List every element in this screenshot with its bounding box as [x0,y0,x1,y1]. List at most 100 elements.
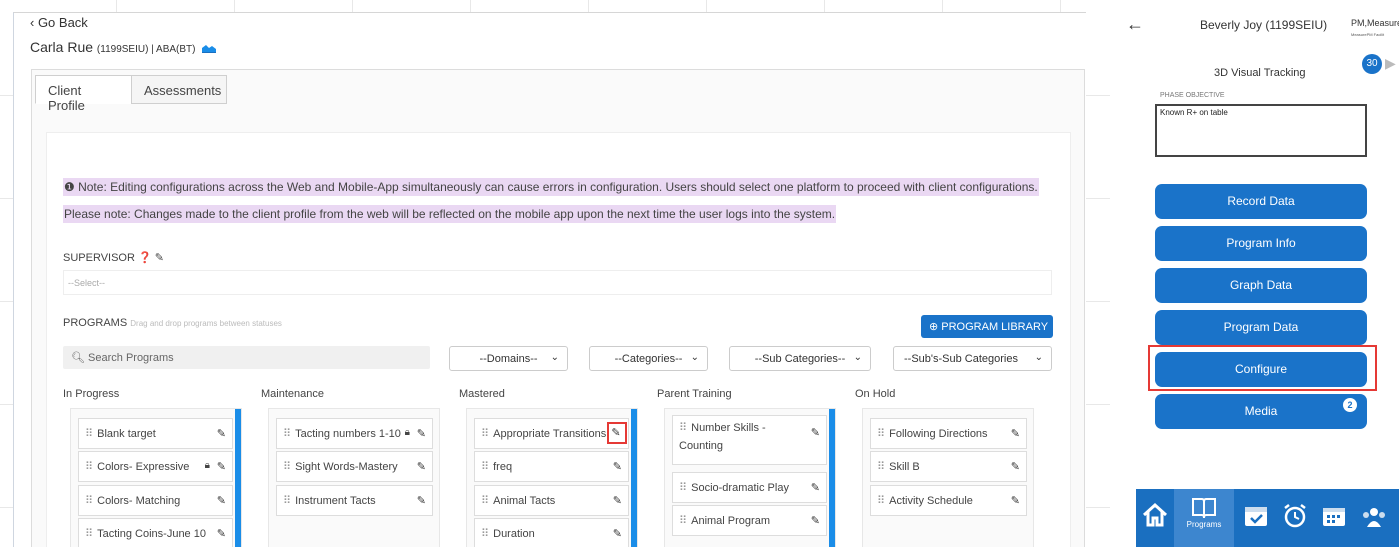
program-library-label: PROGRAM LIBRARY [941,321,1049,333]
subs-sub-categories-dropdown[interactable]: --Sub's-Sub Categories ⌄ [893,346,1052,371]
pencil-icon[interactable]: ✎ [1011,494,1020,507]
pencil-icon[interactable]: ✎ [417,427,426,440]
program-card[interactable]: ⠿ Blank target ✎ [78,418,233,449]
tab-assessments[interactable]: Assessments [131,75,227,104]
search-icon: 🔍︎ [71,352,89,364]
area-chart-icon[interactable] [202,44,217,53]
program-card[interactable]: ⠿ freq ✎ [474,451,629,482]
bottom-nav: Programs [1136,489,1399,547]
back-arrow-icon[interactable]: ← [1126,14,1144,35]
search-programs-input[interactable]: 🔍︎ Search Programs [63,346,430,369]
client-header: Carla Rue (1199SEIU) | ABA(BT) [30,39,217,55]
categories-dropdown-label: --Categories-- [614,353,683,365]
program-card[interactable]: ⠿ Activity Schedule ✎ [870,485,1027,516]
drag-handle-icon[interactable]: ⠿ [877,461,885,473]
media-button[interactable]: Media 2 [1155,394,1367,429]
program-card[interactable]: ⠿ Instrument Tacts ✎ [276,485,433,516]
program-card[interactable]: ⠿ Tacting numbers 1-10 🔒︎ ✎ [276,418,433,449]
nav-programs[interactable]: Programs [1174,489,1234,547]
drag-handle-icon[interactable]: ⠿ [877,495,885,507]
scrollbar[interactable] [829,409,835,547]
pencil-icon[interactable]: ✎ [217,494,226,507]
pencil-icon[interactable]: ✎ [613,527,622,540]
go-back-link[interactable]: ‹ Go Back [30,15,88,30]
pencil-icon[interactable]: ✎ [1011,460,1020,473]
program-card[interactable]: ⠿ Colors- Expressive 🔒︎ ✎ [78,451,233,482]
drag-handle-icon[interactable]: ⠿ [283,461,291,473]
column-header-parent-training: Parent Training [657,388,732,400]
program-card[interactable]: ⠿ Duration ✎ [474,518,629,547]
program-name: Following Directions [889,428,988,440]
pencil-icon[interactable]: ✎ [417,494,426,507]
drag-handle-icon[interactable]: ⠿ [481,428,489,440]
pencil-icon[interactable]: ✎ [811,514,820,527]
program-card[interactable]: ⠿ Colors- Matching ✎ [78,485,233,516]
pencil-icon[interactable]: ✎ [613,460,622,473]
programs-hint: Drag and drop programs between statuses [130,319,282,328]
program-card[interactable]: ⠿ Skill B ✎ [870,451,1027,482]
sub-categories-dropdown[interactable]: --Sub Categories-- ⌄ [729,346,871,371]
drag-handle-icon[interactable]: ⠿ [481,495,489,507]
pencil-icon[interactable]: ✎ [1011,427,1020,440]
drag-handle-icon[interactable]: ⠿ [283,495,291,507]
program-data-button[interactable]: Program Data [1155,310,1367,345]
pencil-icon[interactable]: ✎ [217,527,226,540]
drag-handle-icon[interactable]: ⠿ [85,495,93,507]
column-in-progress: ⠿ Blank target ✎ ⠿ Colors- Expressive 🔒︎ ✎ … [70,408,242,547]
pencil-icon[interactable]: ✎ [155,252,164,264]
nav-schedule[interactable] [1276,489,1314,547]
program-name: Animal Program [691,515,770,527]
record-data-button[interactable]: Record Data [1155,184,1367,219]
pencil-icon[interactable]: ✎ [417,460,426,473]
session-count-badge[interactable]: 30 [1362,54,1382,74]
program-library-button[interactable]: ⊕ PROGRAM LIBRARY [921,315,1053,338]
pencil-icon[interactable]: ✎ [613,494,622,507]
column-maintenance: ⠿ Tacting numbers 1-10 🔒︎ ✎ ⠿ Sight Words-… [268,408,440,547]
program-name: Socio-dramatic Play [691,482,789,494]
pencil-icon[interactable]: ✎ [811,481,820,494]
program-card[interactable]: ⠿ Animal Program ✎ [672,505,827,536]
scrollbar[interactable] [631,409,637,547]
supervisor-select[interactable]: --Select-- [63,270,1052,295]
domains-dropdown[interactable]: --Domains-- ⌄ [449,346,568,371]
program-card[interactable]: ⠿ Sight Words-Mastery ✎ [276,451,433,482]
pencil-icon[interactable]: ✎ [811,424,820,442]
program-card[interactable]: ⠿ Appropriate Transitions ✎ [474,418,629,449]
tab-client-profile[interactable]: Client Profile [35,75,132,113]
drag-handle-icon[interactable]: ⠿ [679,482,687,494]
drag-handle-icon[interactable]: ⠿ [85,528,93,540]
plus-circle-icon: ⊕ [929,321,942,333]
drag-handle-icon[interactable]: ⠿ [679,422,687,434]
pencil-icon[interactable]: ✎ [217,427,226,440]
graph-data-button[interactable]: Graph Data [1155,268,1367,303]
drag-handle-icon[interactable]: ⠿ [679,515,687,527]
categories-dropdown[interactable]: --Categories-- ⌄ [589,346,708,371]
nav-team[interactable] [1354,489,1394,547]
play-icon[interactable]: ▶ [1385,55,1396,72]
program-name: Animal Tacts [493,495,556,507]
help-icon[interactable]: ❓ [138,252,152,264]
drag-handle-icon[interactable]: ⠿ [481,528,489,540]
mobile-user-role: PM,Measure [1351,18,1399,28]
lock-icon: 🔒︎ [204,460,210,471]
nav-home[interactable] [1136,489,1174,547]
program-info-button[interactable]: Program Info [1155,226,1367,261]
program-card[interactable]: ⠿ Animal Tacts ✎ [474,485,629,516]
nav-calendar[interactable] [1315,489,1353,547]
program-card[interactable]: ⠿ Number Skills - Counting ✎ [672,415,827,465]
program-card[interactable]: ⠿ Tacting Coins-June 10 ✎ [78,518,233,547]
drag-handle-icon[interactable]: ⠿ [877,428,885,440]
column-mastered: ⠿ Appropriate Transitions ✎ ⠿ freq ✎ ⠿ Ani… [466,408,638,547]
pencil-icon[interactable]: ✎ [217,460,226,473]
mobile-program-title: 3D Visual Tracking [1214,67,1306,79]
drag-handle-icon[interactable]: ⠿ [85,428,93,440]
phase-objective-field[interactable]: Known R+ on table [1155,104,1367,157]
nav-sessions[interactable] [1237,489,1275,547]
scrollbar[interactable] [235,409,241,547]
drag-handle-icon[interactable]: ⠿ [85,461,93,473]
drag-handle-icon[interactable]: ⠿ [481,461,489,473]
program-card[interactable]: ⠿ Socio-dramatic Play ✎ [672,472,827,503]
program-name: Blank target [97,428,156,440]
program-card[interactable]: ⠿ Following Directions ✎ [870,418,1027,449]
drag-handle-icon[interactable]: ⠿ [283,428,291,440]
